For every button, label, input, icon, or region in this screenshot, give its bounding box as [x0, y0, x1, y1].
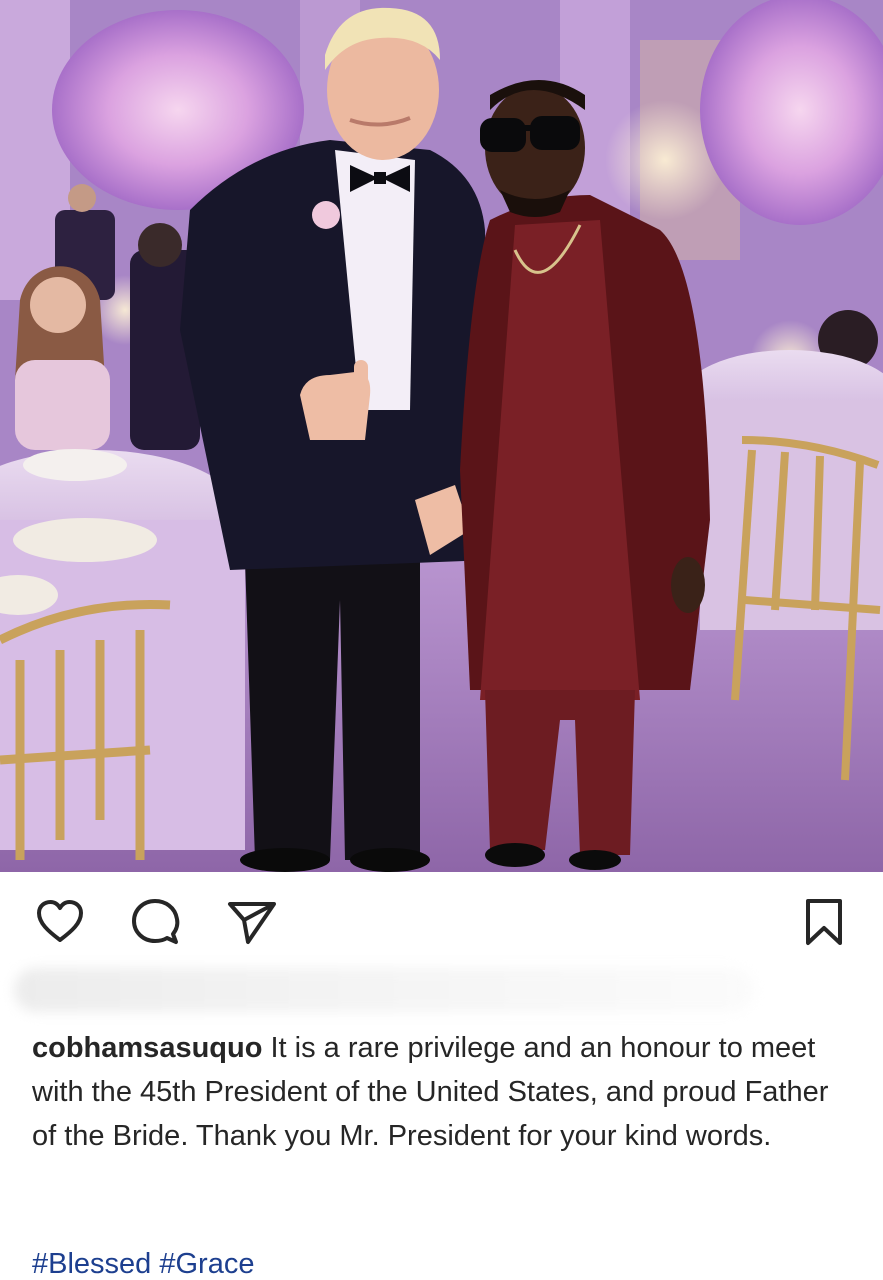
- caption-username[interactable]: cobhamsasuquo: [32, 1032, 262, 1064]
- heart-icon: [37, 900, 83, 942]
- post-photo[interactable]: [0, 0, 883, 872]
- save-button[interactable]: [798, 896, 850, 948]
- post-caption: cobhamsasuquo It is a rare privilege and…: [32, 1026, 852, 1158]
- comment-button[interactable]: [130, 896, 182, 948]
- share-button[interactable]: [226, 896, 278, 948]
- paper-plane-icon: [228, 902, 276, 944]
- post-action-bar: [0, 872, 883, 968]
- instagram-post: cobhamsasuquo It is a rare privilege and…: [0, 0, 883, 1280]
- photo-illustration: [0, 0, 883, 872]
- caption-hashtags: #Blessed #Grace: [32, 1244, 254, 1280]
- likes-count-blurred: [14, 968, 754, 1012]
- comment-bubble-icon: [132, 899, 180, 944]
- hashtag-link[interactable]: #Grace: [159, 1248, 254, 1280]
- bookmark-icon: [806, 899, 842, 945]
- hashtag-link[interactable]: #Blessed: [32, 1248, 151, 1280]
- like-button[interactable]: [34, 896, 86, 948]
